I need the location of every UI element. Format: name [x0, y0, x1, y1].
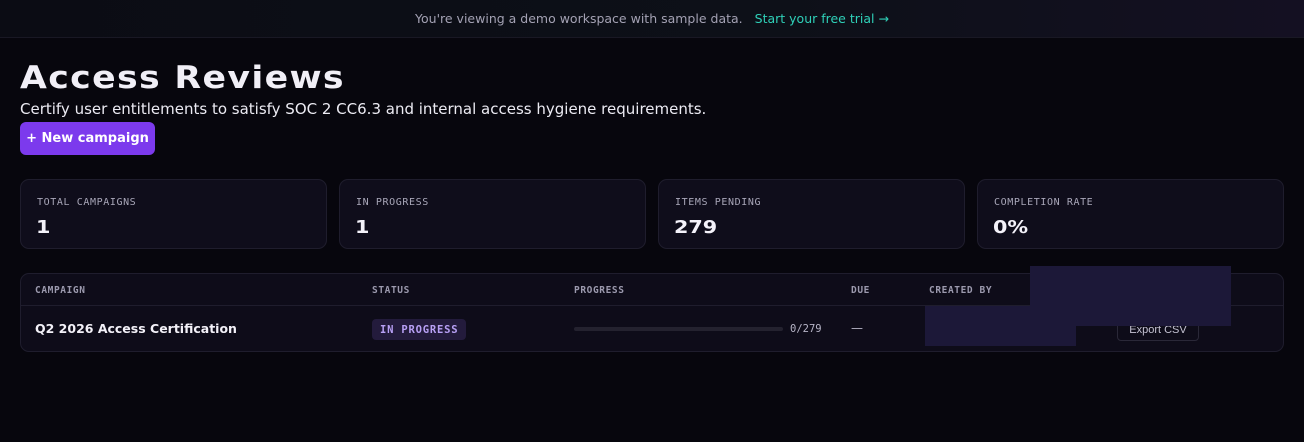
start-trial-link[interactable]: Start your free trial →	[755, 11, 889, 26]
column-header-created-by: CREATED BY	[929, 285, 993, 296]
column-header-status: STATUS	[372, 285, 410, 296]
progress-count: 0/279	[790, 323, 822, 335]
new-campaign-button[interactable]: + New campaign	[20, 122, 155, 155]
stat-card-items-pending: ITEMS PENDING 279	[658, 179, 965, 249]
stat-value: 1	[36, 217, 51, 238]
stat-value: 279	[674, 217, 718, 238]
column-header-campaign: CAMPAIGN	[35, 285, 86, 296]
due-date: —	[851, 321, 863, 335]
campaign-name[interactable]: Q2 2026 Access Certification	[35, 321, 237, 336]
column-header-due: DUE	[851, 285, 870, 296]
stat-card-in-progress: IN PROGRESS 1	[339, 179, 646, 249]
banner-text: You're viewing a demo workspace with sam…	[415, 11, 743, 26]
status-badge: IN PROGRESS	[372, 319, 467, 340]
stat-card-completion-rate: COMPLETION RATE 0%	[977, 179, 1284, 249]
stat-label: TOTAL CAMPAIGNS	[37, 197, 137, 208]
page-subtitle: Certify user entitlements to satisfy SOC…	[20, 100, 707, 118]
stat-label: ITEMS PENDING	[675, 197, 762, 208]
demo-banner: You're viewing a demo workspace with sam…	[0, 0, 1304, 38]
stat-label: IN PROGRESS	[356, 197, 429, 208]
column-header-progress: PROGRESS	[574, 285, 625, 296]
stat-value: 1	[355, 217, 370, 238]
redacted-region	[925, 306, 1076, 346]
stat-value: 0%	[993, 217, 1029, 238]
page-title: Access Reviews	[20, 60, 345, 96]
stat-label: COMPLETION RATE	[994, 197, 1094, 208]
stat-card-total-campaigns: TOTAL CAMPAIGNS 1	[20, 179, 327, 249]
progress-bar	[574, 327, 783, 331]
